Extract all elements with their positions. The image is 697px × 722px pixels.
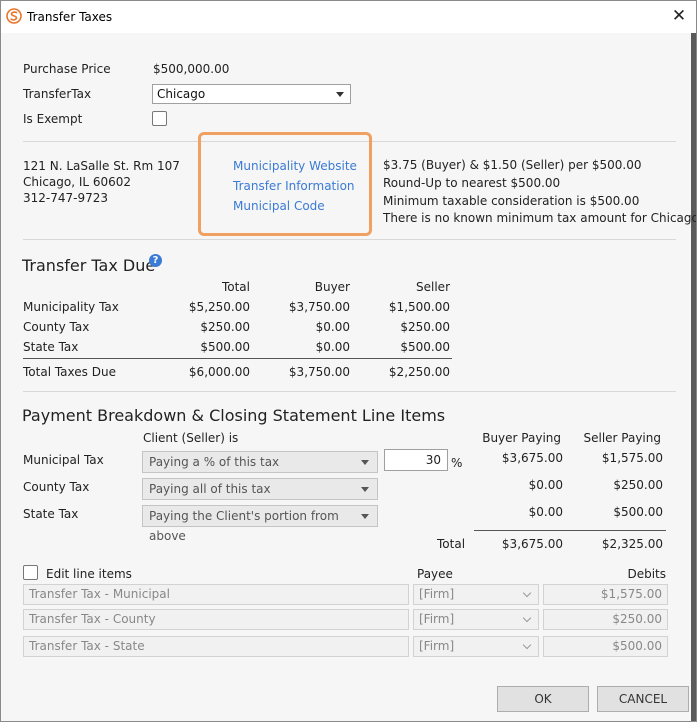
row-total: $5,250.00	[188, 300, 250, 314]
window-title: Transfer Taxes	[27, 10, 113, 24]
selected-option: Paying a % of this tax	[149, 455, 280, 469]
municipal-payment-select[interactable]: Paying a % of this tax	[142, 451, 378, 473]
line-item-debit: $250.00	[543, 609, 668, 630]
municipality-website-link[interactable]: Municipality Website	[233, 159, 357, 173]
dropdown-arrow-icon	[336, 92, 344, 97]
rate-info: $3.75 (Buyer) & $1.50 (Seller) per $500.…	[383, 158, 642, 172]
line-item-payee: [Firm]	[413, 584, 539, 605]
line-item-debit: $500.00	[543, 636, 668, 657]
title-bar: Transfer Taxes ✕	[1, 1, 696, 33]
edit-line-items-checkbox[interactable]	[23, 565, 38, 580]
col-buyer-header: Buyer	[314, 280, 350, 294]
col-seller-header: Seller	[416, 280, 450, 294]
edit-line-items-label: Edit line items	[46, 567, 132, 581]
cancel-button[interactable]: CANCEL	[597, 686, 689, 712]
total-rule	[474, 530, 666, 531]
address-line2: Chicago, IL 60602	[23, 175, 132, 189]
percent-symbol: %	[451, 456, 463, 470]
is-exempt-label: Is Exempt	[23, 112, 83, 126]
window-edge	[691, 33, 696, 721]
breakdown-total-seller: $2,325.00	[601, 537, 663, 551]
seller-paying-value: $250.00	[613, 478, 663, 492]
line-item-payee: [Firm]	[413, 636, 539, 657]
transfer-taxes-dialog: Transfer Taxes ✕ Purchase Price $500,000…	[0, 0, 697, 722]
line-item-name: Transfer Tax - Municipal	[23, 584, 409, 605]
payee-header: Payee	[417, 567, 453, 581]
total-buyer: $3,750.00	[288, 365, 350, 379]
dropdown-arrow-icon	[361, 487, 369, 492]
row-label: Municipal Tax	[23, 453, 104, 467]
transfer-tax-label: TransferTax	[23, 87, 92, 101]
close-icon[interactable]: ✕	[668, 5, 690, 27]
row-label: County Tax	[23, 480, 90, 494]
address-line1: 121 N. LaSalle St. Rm 107	[23, 159, 180, 173]
row-total: $500.00	[200, 340, 250, 354]
breakdown-total-label: Total	[437, 537, 466, 551]
purchase-price-value: $500,000.00	[153, 62, 230, 76]
row-total: $250.00	[200, 320, 250, 334]
client-header: Client (Seller) is	[143, 431, 239, 445]
total-total: $6,000.00	[188, 365, 250, 379]
row-buyer: $0.00	[315, 320, 350, 334]
divider	[23, 391, 676, 392]
dropdown-arrow-icon	[361, 460, 369, 465]
purchase-price-label: Purchase Price	[23, 62, 111, 76]
selected-option: Paying the Client's portion from above	[149, 509, 339, 543]
buyer-paying-header: Buyer Paying	[482, 431, 561, 445]
municipal-code-link[interactable]: Municipal Code	[233, 199, 325, 213]
line-item-name: Transfer Tax - State	[23, 636, 409, 657]
chevron-down-icon	[522, 640, 532, 650]
row-buyer: $0.00	[315, 340, 350, 354]
row-label: Municipality Tax	[23, 300, 119, 314]
payee-value: [Firm]	[419, 639, 455, 653]
app-logo-icon	[6, 8, 22, 24]
percent-input[interactable]: 30	[384, 449, 448, 471]
is-exempt-checkbox[interactable]	[152, 111, 167, 126]
state-payment-select[interactable]: Paying the Client's portion from above	[142, 505, 378, 543]
rounding-info: Round-Up to nearest $500.00	[383, 176, 561, 190]
row-seller: $500.00	[400, 340, 450, 354]
buyer-paying-value: $0.00	[528, 478, 563, 492]
payee-value: [Firm]	[419, 612, 455, 626]
total-label: Total Taxes Due	[23, 365, 116, 379]
selected-option: Paying all of this tax	[149, 482, 271, 496]
row-seller: $250.00	[400, 320, 450, 334]
row-buyer: $3,750.00	[288, 300, 350, 314]
ok-button[interactable]: OK	[497, 686, 589, 712]
seller-paying-header: Seller Paying	[583, 431, 661, 445]
line-item-name: Transfer Tax - County	[23, 609, 409, 630]
county-payment-select[interactable]: Paying all of this tax	[142, 478, 378, 500]
total-seller: $2,250.00	[388, 365, 450, 379]
payee-value: [Firm]	[419, 587, 455, 601]
help-icon[interactable]: ?	[149, 254, 162, 267]
chevron-down-icon	[522, 588, 532, 598]
buyer-paying-value: $0.00	[528, 505, 563, 519]
row-label: State Tax	[23, 340, 79, 354]
row-seller: $1,500.00	[388, 300, 450, 314]
divider	[23, 239, 676, 240]
breakdown-title: Payment Breakdown & Closing Statement Li…	[22, 406, 446, 425]
seller-paying-value: $1,575.00	[601, 451, 663, 465]
row-label: County Tax	[23, 320, 90, 334]
line-item-payee: [Firm]	[413, 609, 539, 630]
transfer-information-link[interactable]: Transfer Information	[233, 179, 355, 193]
transfer-tax-select[interactable]: Chicago	[152, 84, 351, 104]
chevron-down-icon	[522, 613, 532, 623]
minimum-tax-info: There is no known minimum tax amount for…	[383, 211, 697, 225]
transfer-tax-selected: Chicago	[157, 87, 206, 101]
tax-due-title: Transfer Tax Due	[22, 256, 156, 275]
phone-number: 312-747-9723	[23, 191, 109, 205]
seller-paying-value: $500.00	[613, 505, 663, 519]
buyer-paying-value: $3,675.00	[501, 451, 563, 465]
col-total-header: Total	[221, 280, 250, 294]
minimum-consideration-info: Minimum taxable consideration is $500.00	[383, 194, 640, 208]
breakdown-total-buyer: $3,675.00	[501, 537, 563, 551]
dropdown-arrow-icon	[361, 514, 369, 519]
debits-header: Debits	[627, 567, 666, 581]
line-item-debit: $1,575.00	[543, 584, 668, 605]
total-rule	[23, 358, 452, 359]
row-label: State Tax	[23, 507, 79, 521]
